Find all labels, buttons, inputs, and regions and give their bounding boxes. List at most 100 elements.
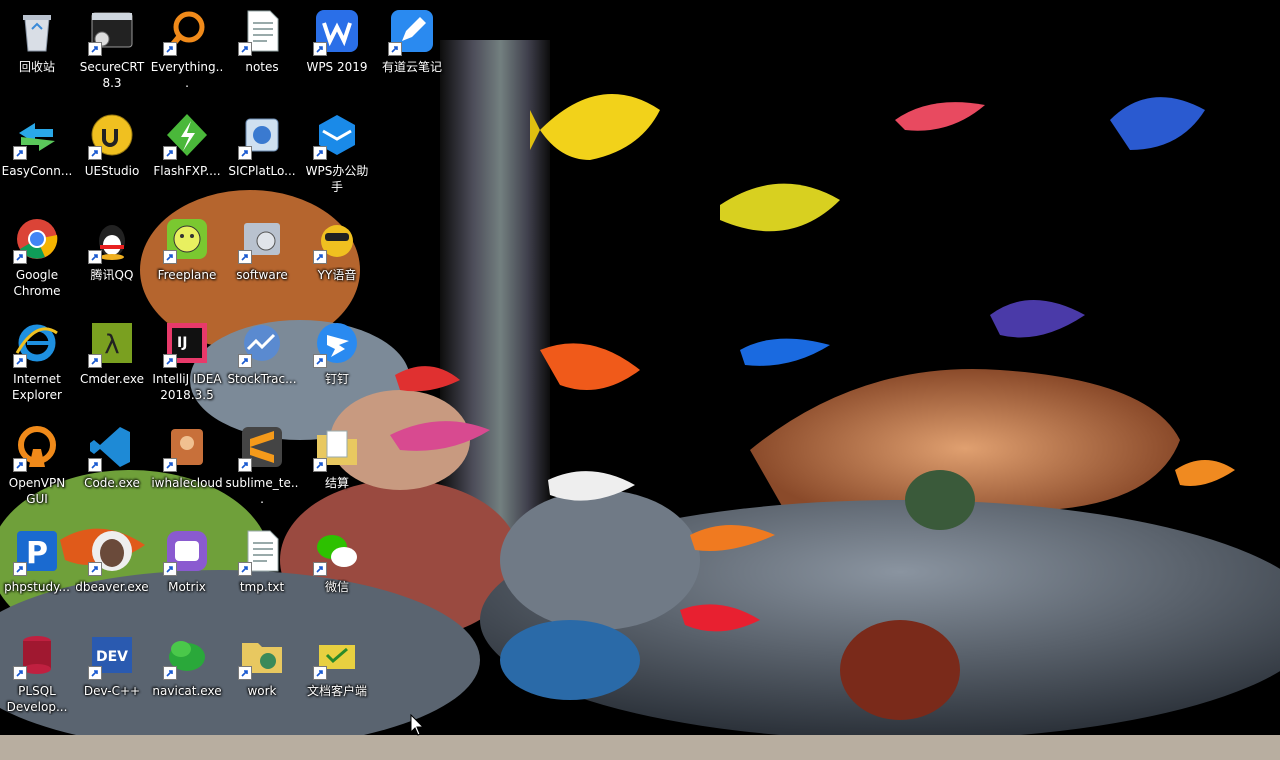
- iwhalecloud-icon: [163, 422, 211, 472]
- desktop-icon-sicplat[interactable]: SICPlatLo...: [225, 108, 299, 208]
- desktop-icon-text-file[interactable]: tmp.txt: [225, 524, 299, 624]
- plsql-icon: [13, 630, 61, 680]
- desktop-icon-qq[interactable]: 腾讯QQ: [75, 212, 149, 312]
- youdao-note-icon: [388, 6, 436, 56]
- svg-text:λ: λ: [104, 330, 119, 360]
- desktop-icon-securecrt[interactable]: SecureCRT 8.3: [75, 4, 149, 104]
- stocktrac-icon: [238, 318, 286, 368]
- desktop-icon-software-folder[interactable]: software: [225, 212, 299, 312]
- desktop-icon-label: IntelliJ IDEA 2018.3.5: [152, 372, 222, 402]
- desktop-icon-openvpn[interactable]: OpenVPN GUI: [0, 420, 74, 520]
- phpstudy-icon: P: [13, 526, 61, 576]
- desktop-icon-plsql[interactable]: PLSQL Develop...: [0, 628, 74, 728]
- desktop-icon-motrix[interactable]: Motrix: [150, 524, 224, 624]
- devcpp-icon: DEV: [88, 630, 136, 680]
- shortcut-arrow-icon: [13, 458, 27, 472]
- desktop-icon-intellij[interactable]: IJ IntelliJ IDEA 2018.3.5: [150, 316, 224, 416]
- intellij-icon: IJ: [163, 318, 211, 368]
- desktop-icon-folder-file[interactable]: 结算: [300, 420, 374, 520]
- text-file-icon: [238, 6, 286, 56]
- shortcut-arrow-icon: [88, 666, 102, 680]
- shortcut-arrow-icon: [313, 666, 327, 680]
- desktop-icon-iwhalecloud[interactable]: iwhalecloud: [150, 420, 224, 520]
- desktop-icon-label: 回收站: [18, 60, 55, 74]
- desktop-icon-label: Google Chrome: [13, 268, 61, 298]
- desktop-icon-label: StockTrac...: [227, 372, 297, 386]
- doc-client-icon: [313, 630, 361, 680]
- shortcut-arrow-icon: [13, 250, 27, 264]
- wps-assistant-icon: [313, 110, 361, 160]
- shortcut-arrow-icon: [13, 354, 27, 368]
- desktop-icon-label: 结算: [324, 476, 349, 490]
- desktop-icon-dingtalk[interactable]: 钉钉: [300, 316, 374, 416]
- shortcut-arrow-icon: [88, 146, 102, 160]
- shortcut-arrow-icon: [238, 42, 252, 56]
- motrix-icon: [163, 526, 211, 576]
- desktop-icon-text-file[interactable]: notes: [225, 4, 299, 104]
- ie-icon: [13, 318, 61, 368]
- desktop-icon-label: UEStudio: [84, 164, 140, 178]
- wechat-icon: [313, 526, 361, 576]
- desktop-icon-label: sublime_te...: [225, 476, 299, 506]
- software-folder-icon: [238, 214, 286, 264]
- desktop-icon-label: EasyConn...: [1, 164, 73, 178]
- desktop-icon-chrome[interactable]: Google Chrome: [0, 212, 74, 312]
- desktop-icon-stocktrac[interactable]: StockTrac...: [225, 316, 299, 416]
- easyconnect-icon: [13, 110, 61, 160]
- desktop-icon-vscode[interactable]: Code.exe: [75, 420, 149, 520]
- desktop-icon-label: iwhalecloud: [151, 476, 223, 490]
- desktop-icon-label: 文档客户端: [306, 684, 367, 698]
- desktop-icon-sublime[interactable]: sublime_te...: [225, 420, 299, 520]
- desktop-icon-uestudio[interactable]: UEStudio: [75, 108, 149, 208]
- desktop-icon-label: PLSQL Develop...: [6, 684, 68, 714]
- shortcut-arrow-icon: [88, 458, 102, 472]
- desktop-icon-ie[interactable]: Internet Explorer: [0, 316, 74, 416]
- desktop-icon-grid: 回收站 SecureCRT 8.3 Everything... notes WPS 20…: [0, 4, 449, 732]
- desktop-icon-navicat[interactable]: navicat.exe: [150, 628, 224, 728]
- desktop-icon-freeplane[interactable]: Freeplane: [150, 212, 224, 312]
- text-file-icon: [238, 526, 286, 576]
- shortcut-arrow-icon: [88, 562, 102, 576]
- desktop-icon-flashfxp[interactable]: FlashFXP....: [150, 108, 224, 208]
- desktop-icon-label: 腾讯QQ: [90, 268, 134, 282]
- desktop-icon-dbeaver[interactable]: dbeaver.exe: [75, 524, 149, 624]
- shortcut-arrow-icon: [313, 42, 327, 56]
- desktop-icon-wps[interactable]: WPS 2019: [300, 4, 374, 104]
- chrome-icon: [13, 214, 61, 264]
- desktop-icon-label: SICPlatLo...: [228, 164, 296, 178]
- desktop-icon-easyconnect[interactable]: EasyConn...: [0, 108, 74, 208]
- shortcut-arrow-icon: [238, 666, 252, 680]
- recycle-bin-icon: [13, 6, 61, 56]
- folder-file-icon: [313, 422, 361, 472]
- shortcut-arrow-icon: [163, 458, 177, 472]
- dingtalk-icon: [313, 318, 361, 368]
- desktop-icon-phpstudy[interactable]: Pphpstudy...: [0, 524, 74, 624]
- desktop-icon-youdao-note[interactable]: 有道云笔记: [375, 4, 449, 104]
- wps-icon: [313, 6, 361, 56]
- shortcut-arrow-icon: [313, 354, 327, 368]
- desktop-icon-label: 微信: [324, 580, 349, 594]
- desktop-icon-wechat[interactable]: 微信: [300, 524, 374, 624]
- navicat-icon: [163, 630, 211, 680]
- openvpn-icon: [13, 422, 61, 472]
- desktop-icon-doc-client[interactable]: 文档客户端: [300, 628, 374, 728]
- shortcut-arrow-icon: [163, 250, 177, 264]
- desktop-icon-work-folder[interactable]: work: [225, 628, 299, 728]
- desktop-icon-label: Dev-C++: [83, 684, 141, 698]
- desktop-icon-label: dbeaver.exe: [75, 580, 149, 594]
- desktop-icon-devcpp[interactable]: DEV Dev-C++: [75, 628, 149, 728]
- sicplat-icon: [238, 110, 286, 160]
- shortcut-arrow-icon: [313, 146, 327, 160]
- desktop-icon-cmder[interactable]: λ Cmder.exe: [75, 316, 149, 416]
- desktop-icon-recycle-bin[interactable]: 回收站: [0, 4, 74, 104]
- flashfxp-icon: [163, 110, 211, 160]
- desktop-icon-yy[interactable]: YY语音: [300, 212, 374, 312]
- desktop-icon-label: Freeplane: [157, 268, 217, 282]
- desktop-icon-everything-search[interactable]: Everything...: [150, 4, 224, 104]
- shortcut-arrow-icon: [238, 250, 252, 264]
- desktop-icon-label: 钉钉: [324, 372, 349, 386]
- shortcut-arrow-icon: [88, 42, 102, 56]
- sublime-icon: [238, 422, 286, 472]
- desktop-icon-wps-assistant[interactable]: WPS办公助手: [300, 108, 374, 208]
- shortcut-arrow-icon: [163, 354, 177, 368]
